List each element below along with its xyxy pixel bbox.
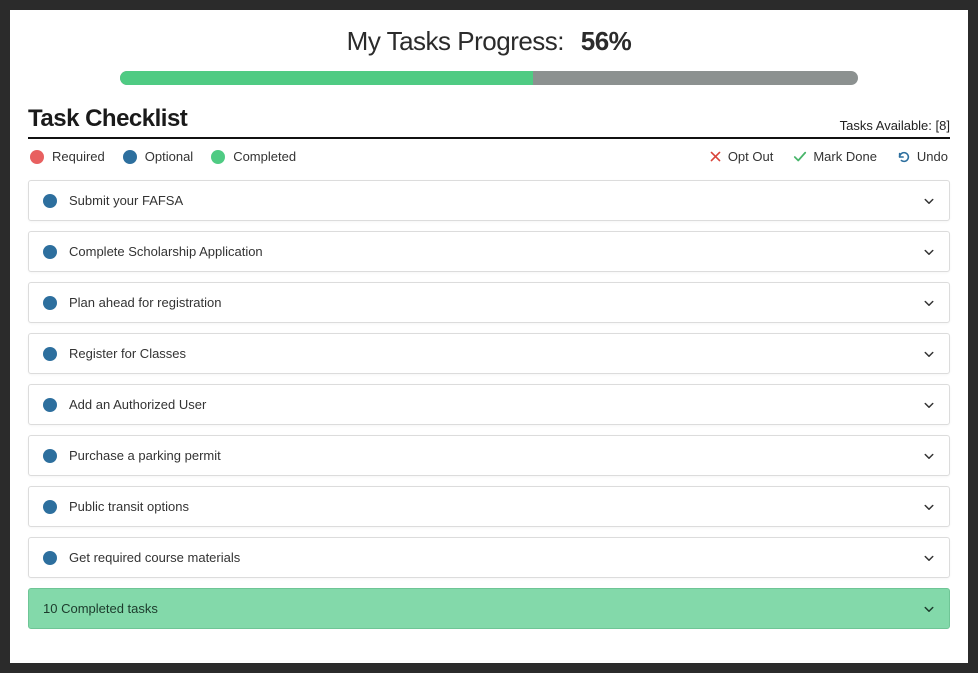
legend-completed-label: Completed	[233, 149, 296, 164]
completed-tasks-label: 10 Completed tasks	[43, 601, 923, 616]
chevron-down-icon	[923, 297, 935, 309]
task-row[interactable]: Register for Classes	[28, 333, 950, 374]
task-row[interactable]: Complete Scholarship Application	[28, 231, 950, 272]
legend-left: Required Optional Completed	[30, 149, 314, 164]
mark-done-button[interactable]: Mark Done	[793, 149, 877, 164]
task-row[interactable]: Public transit options	[28, 486, 950, 527]
chevron-down-icon	[923, 399, 935, 411]
optional-dot-icon	[43, 449, 57, 463]
task-row[interactable]: Submit your FAFSA	[28, 180, 950, 221]
x-icon	[709, 150, 722, 163]
completed-tasks-bar[interactable]: 10 Completed tasks	[28, 588, 950, 629]
completed-dot-icon	[211, 150, 225, 164]
required-dot-icon	[30, 150, 44, 164]
legend-optional: Optional	[123, 149, 193, 164]
legend-completed: Completed	[211, 149, 296, 164]
undo-label: Undo	[917, 149, 948, 164]
task-label: Complete Scholarship Application	[69, 244, 923, 259]
app-window: My Tasks Progress: 56% Task Checklist Ta…	[10, 10, 968, 663]
chevron-down-icon	[923, 450, 935, 462]
chevron-down-icon	[923, 246, 935, 258]
task-label: Purchase a parking permit	[69, 448, 923, 463]
task-label: Register for Classes	[69, 346, 923, 361]
optional-dot-icon	[43, 500, 57, 514]
progress-label: My Tasks Progress:	[347, 26, 564, 56]
legend-actions: Opt Out Mark Done Undo	[689, 149, 948, 164]
task-label: Public transit options	[69, 499, 923, 514]
tasks-available-count: [8]	[936, 118, 950, 133]
progress-fill	[120, 71, 533, 85]
legend-row: Required Optional Completed Opt Out Mark…	[28, 139, 950, 178]
task-label: Plan ahead for registration	[69, 295, 923, 310]
optional-dot-icon	[43, 398, 57, 412]
task-label: Get required course materials	[69, 550, 923, 565]
progress-bar	[120, 71, 858, 85]
legend-required: Required	[30, 149, 105, 164]
legend-optional-label: Optional	[145, 149, 193, 164]
progress-percent: 56%	[581, 26, 632, 56]
task-row[interactable]: Add an Authorized User	[28, 384, 950, 425]
task-row[interactable]: Plan ahead for registration	[28, 282, 950, 323]
mark-done-label: Mark Done	[813, 149, 877, 164]
chevron-down-icon	[923, 552, 935, 564]
optional-dot-icon	[43, 245, 57, 259]
page-title: My Tasks Progress: 56%	[28, 26, 950, 57]
opt-out-label: Opt Out	[728, 149, 774, 164]
legend-required-label: Required	[52, 149, 105, 164]
optional-dot-icon	[123, 150, 137, 164]
optional-dot-icon	[43, 347, 57, 361]
chevron-down-icon	[923, 603, 935, 615]
tasks-available-label: Tasks Available:	[840, 118, 932, 133]
section-header: Task Checklist Tasks Available: [8]	[28, 105, 950, 139]
undo-button[interactable]: Undo	[897, 149, 948, 164]
chevron-down-icon	[923, 195, 935, 207]
task-list: Submit your FAFSA Complete Scholarship Ap…	[28, 180, 950, 578]
chevron-down-icon	[923, 348, 935, 360]
task-label: Submit your FAFSA	[69, 193, 923, 208]
opt-out-button[interactable]: Opt Out	[709, 149, 774, 164]
undo-icon	[897, 150, 911, 164]
section-title: Task Checklist	[28, 105, 187, 133]
optional-dot-icon	[43, 194, 57, 208]
task-row[interactable]: Get required course materials	[28, 537, 950, 578]
check-icon	[793, 150, 807, 164]
optional-dot-icon	[43, 551, 57, 565]
chevron-down-icon	[923, 501, 935, 513]
optional-dot-icon	[43, 296, 57, 310]
tasks-available: Tasks Available: [8]	[840, 118, 950, 133]
task-row[interactable]: Purchase a parking permit	[28, 435, 950, 476]
task-label: Add an Authorized User	[69, 397, 923, 412]
